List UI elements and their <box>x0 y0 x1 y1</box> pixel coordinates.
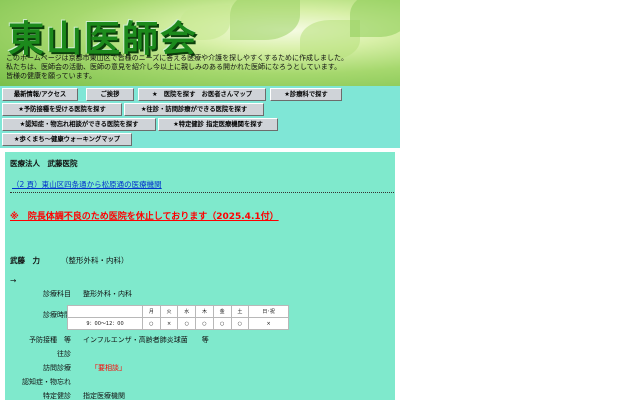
intro-line: このホームページは京都市東山区で皆様のニーズに答える医療や介護を探しやすくするた… <box>6 54 349 62</box>
hours-table: 月 火 水 木 金 土 日･祝 9：00〜12：00 ○ × ○ ○ ○ ○ × <box>67 305 289 330</box>
hours-mark: × <box>159 317 179 330</box>
visit-label: 往診 <box>57 350 71 358</box>
route-link[interactable]: （2 頁）東山区四条通から松原通の医療機関 <box>12 179 162 190</box>
day-header: 金 <box>212 305 232 318</box>
leaf-decoration <box>350 0 400 37</box>
hours-mark: ○ <box>230 317 250 330</box>
nav-specific-checkup[interactable]: ★特定健診 指定医療機関を探す <box>158 118 278 131</box>
nav-find-by-department[interactable]: ★診療科で探す <box>270 88 342 101</box>
hours-mark: ○ <box>177 317 197 330</box>
intro-line: 私たちは、医師会の活動、医師の意見を紹介し今以上に親しみのある開かれた医師になろ… <box>6 63 342 71</box>
checkup-value: 指定医療機関 <box>83 392 125 400</box>
nav-latest-access[interactable]: 最新情報/アクセス <box>2 88 78 101</box>
doctor-name: 武藤 力 <box>10 256 40 265</box>
day-header: 水 <box>177 305 197 318</box>
nav-bar: 最新情報/アクセス ご挨拶 ★ 医院を探す お医者さんマップ ★診療科で探す ★… <box>0 86 400 148</box>
hours-mark: × <box>248 317 289 330</box>
home-care-value: 「要相談」 <box>91 364 126 372</box>
departments-label: 診療科目 <box>43 290 71 298</box>
nav-walking-map[interactable]: ★歩くまち〜健康ウォーキングマップ <box>2 133 132 146</box>
hours-label: 診療時間 <box>43 311 71 319</box>
hours-mark: ○ <box>195 317 214 330</box>
nav-home-visit[interactable]: ★往診・訪問診療ができる医院を探す <box>124 103 264 116</box>
nav-find-clinic-map[interactable]: ★ 医院を探す お医者さんマップ <box>138 88 266 101</box>
hours-morning-row: 9：00〜12：00 ○ × ○ ○ ○ ○ × <box>67 317 289 330</box>
divider <box>10 192 394 193</box>
header-banner: 東山医師会 このホームページは京都市東山区で皆様のニーズに答える医療や介護を探し… <box>0 0 400 86</box>
clinic-panel: 医療法人 武藤医院 （2 頁）東山区四条通から松原通の医療機関 ※ 院長体調不良… <box>5 152 395 400</box>
vaccination-label: 予防接種 等 <box>29 336 71 344</box>
closure-notice: ※ 院長体調不良のため医院を休止しております（2025.4.1付） <box>10 212 279 222</box>
day-header: 月 <box>142 305 161 318</box>
dementia-label: 認知症・物忘れ <box>22 378 71 386</box>
checkup-label: 特定健診 <box>43 392 71 400</box>
arrow-icon: → <box>10 276 17 285</box>
day-header: 日･祝 <box>248 305 289 318</box>
hours-mark: ○ <box>142 317 161 330</box>
nav-dementia-consult[interactable]: ★認知症・物忘れ相談ができる医院を探す <box>2 118 156 131</box>
day-header: 木 <box>195 305 214 318</box>
hours-corner <box>67 305 143 318</box>
intro-text: このホームページは京都市東山区で皆様のニーズに答える医療や介護を探しやすくするた… <box>6 54 398 81</box>
hours-mark: ○ <box>212 317 232 330</box>
day-header: 火 <box>159 305 179 318</box>
nav-vaccination[interactable]: ★予防接種を受ける医院を探す <box>2 103 122 116</box>
leaf-decoration <box>230 0 300 40</box>
departments-value: 整形外科・内科 <box>83 290 132 298</box>
home-care-label: 訪問診療 <box>43 364 71 372</box>
nav-greeting[interactable]: ご挨拶 <box>86 88 134 101</box>
intro-line: 皆様の健康を願っています。 <box>6 72 96 80</box>
hours-header-row: 月 火 水 木 金 土 日･祝 <box>67 305 289 318</box>
vaccination-value: インフルエンザ・高齢者肺炎球菌 等 <box>83 336 209 344</box>
clinic-label: 医療法人 武藤医院 <box>10 159 78 168</box>
day-header: 土 <box>230 305 250 318</box>
hours-slot: 9：00〜12：00 <box>67 317 143 330</box>
doctor-department: （整形外科・内科） <box>61 256 129 265</box>
